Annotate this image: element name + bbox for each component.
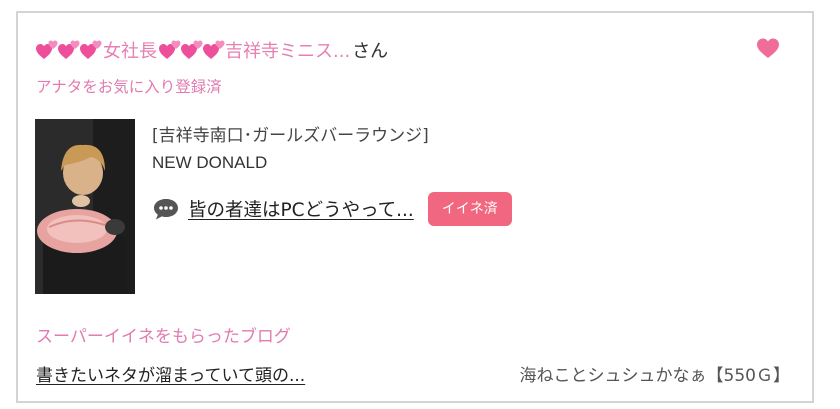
two-hearts-icon	[36, 39, 102, 61]
cast-name[interactable]: 女社長 吉祥寺ミニス...	[36, 37, 350, 63]
shop-name: NEW DONALD	[152, 153, 268, 172]
speech-bubble-icon	[154, 199, 178, 220]
post-title-link[interactable]: 皆の者達はPCどうやって...	[188, 196, 414, 222]
favorite-status: アナタをお気に入り登録済	[36, 78, 222, 96]
photo-illustration	[35, 119, 135, 294]
name-suffix: さん	[352, 41, 389, 62]
latest-post-row: 皆の者達はPCどうやって... イイネ済	[152, 191, 512, 227]
blog-title-link[interactable]: 書きたいネタが溜まっていて頭の...	[36, 361, 305, 386]
super-iine-section-title: スーパーイイネをもらったブログ	[36, 327, 291, 347]
cast-name-part1: 女社長	[103, 41, 157, 62]
venue-label: [吉祥寺南口･ガールズバーラウンジ]	[152, 126, 429, 146]
blog-card: 女社長 吉祥寺ミニス... さん アナタをお気に入り登録済 [吉祥寺南口･ガール…	[16, 11, 814, 403]
iine-button[interactable]: イイネ済	[427, 192, 512, 226]
two-hearts-icon	[159, 39, 225, 61]
cast-photo[interactable]	[35, 119, 135, 294]
cast-name-part2: 吉祥寺ミニス...	[225, 41, 351, 62]
super-iine-blog-row: 書きたいネタが溜まっていて頭の... 海ねことシュシュかなぁ【550Ｇ】	[36, 361, 790, 386]
gift-info: 海ねことシュシュかなぁ【550Ｇ】	[519, 366, 790, 386]
card-title-row: 女社長 吉祥寺ミニス... さん	[36, 35, 792, 65]
heart-icon[interactable]	[756, 37, 780, 59]
